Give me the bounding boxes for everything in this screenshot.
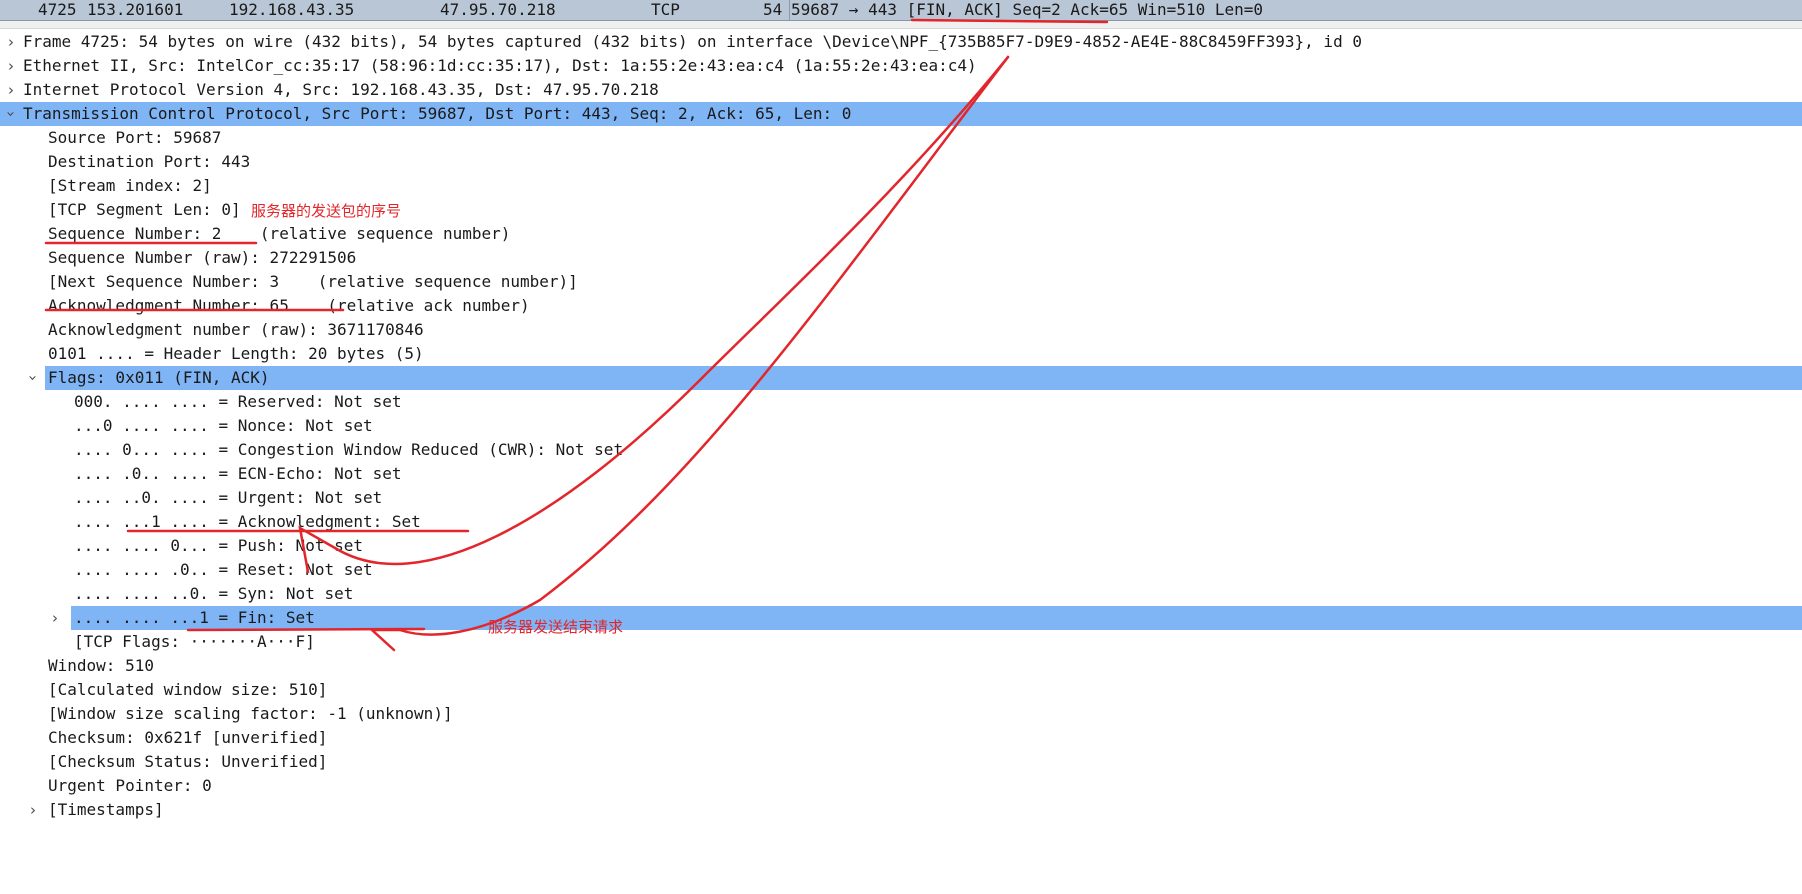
tcp-calc-window[interactable]: [Calculated window size: 510] bbox=[0, 678, 1802, 702]
flag-ecn-echo[interactable]: .... .0.. .... = ECN-Echo: Not set bbox=[0, 462, 1802, 486]
flag-reset[interactable]: .... .... .0.. = Reset: Not set bbox=[0, 558, 1802, 582]
tcp-source-port[interactable]: Source Port: 59687 bbox=[0, 126, 1802, 150]
tcp-stream-index[interactable]: [Stream index: 2] bbox=[0, 174, 1802, 198]
packet-list-row[interactable]: 4725 153.201601 192.168.43.35 47.95.70.2… bbox=[0, 0, 1802, 21]
packet-source: 192.168.43.35 bbox=[229, 0, 355, 19]
tree-item-ethernet[interactable]: › Ethernet II, Src: IntelCor_cc:35:17 (5… bbox=[0, 54, 1802, 78]
packet-protocol: TCP bbox=[651, 0, 680, 19]
tree-item-flags[interactable]: › Flags: 0x011 (FIN, ACK) bbox=[21, 366, 1802, 390]
expand-arrow-icon[interactable]: › bbox=[5, 30, 17, 54]
tcp-ack-number[interactable]: Acknowledgment Number: 65 (relative ack … bbox=[0, 294, 1802, 318]
flag-acknowledgment[interactable]: .... ...1 .... = Acknowledgment: Set bbox=[0, 510, 1802, 534]
packet-time: 153.201601 bbox=[87, 0, 184, 19]
column-divider bbox=[789, 0, 790, 20]
flag-syn[interactable]: .... .... ..0. = Syn: Not set bbox=[0, 582, 1802, 606]
tree-item-timestamps[interactable]: › [Timestamps] bbox=[0, 798, 1802, 822]
flag-reserved[interactable]: 000. .... .... = Reserved: Not set bbox=[0, 390, 1802, 414]
tree-item-frame[interactable]: › Frame 4725: 54 bytes on wire (432 bits… bbox=[0, 30, 1802, 54]
tcp-window[interactable]: Window: 510 bbox=[0, 654, 1802, 678]
flag-fin[interactable]: › .... .... ...1 = Fin: Set bbox=[49, 606, 1802, 630]
expand-arrow-icon[interactable]: › bbox=[5, 54, 17, 78]
tcp-next-seq[interactable]: [Next Sequence Number: 3 (relative seque… bbox=[0, 270, 1802, 294]
packet-length: 54 bbox=[763, 0, 783, 19]
flag-urgent[interactable]: .... ..0. .... = Urgent: Not set bbox=[0, 486, 1802, 510]
packet-info: 59687 → 443 [FIN, ACK] Seq=2 Ack=65 Win=… bbox=[791, 0, 1264, 19]
pane-splitter[interactable] bbox=[0, 21, 1802, 29]
flag-cwr[interactable]: .... 0... .... = Congestion Window Reduc… bbox=[0, 438, 1802, 462]
tcp-seq-number[interactable]: Sequence Number: 2 (relative sequence nu… bbox=[0, 222, 1802, 246]
flag-push[interactable]: .... .... 0... = Push: Not set bbox=[0, 534, 1802, 558]
tcp-checksum[interactable]: Checksum: 0x621f [unverified] bbox=[0, 726, 1802, 750]
expand-arrow-icon[interactable]: › bbox=[27, 798, 39, 822]
annotation-seq-note: 服务器的发送包的序号 bbox=[251, 202, 402, 220]
tcp-checksum-status[interactable]: [Checksum Status: Unverified] bbox=[0, 750, 1802, 774]
expand-arrow-icon[interactable]: › bbox=[49, 606, 61, 630]
tcp-flags-string[interactable]: [TCP Flags: ·······A···F] bbox=[0, 630, 1802, 654]
tree-item-tcp[interactable]: › Transmission Control Protocol, Src Por… bbox=[0, 102, 1802, 126]
packet-no: 4725 bbox=[38, 0, 77, 19]
flag-nonce[interactable]: ...0 .... .... = Nonce: Not set bbox=[0, 414, 1802, 438]
tcp-header-length[interactable]: 0101 .... = Header Length: 20 bytes (5) bbox=[0, 342, 1802, 366]
collapse-arrow-icon[interactable]: › bbox=[21, 372, 45, 384]
tcp-destination-port[interactable]: Destination Port: 443 bbox=[0, 150, 1802, 174]
tree-item-ip[interactable]: › Internet Protocol Version 4, Src: 192.… bbox=[0, 78, 1802, 102]
expand-arrow-icon[interactable]: › bbox=[5, 78, 17, 102]
tcp-urgent-pointer[interactable]: Urgent Pointer: 0 bbox=[0, 774, 1802, 798]
collapse-arrow-icon[interactable]: › bbox=[0, 108, 23, 120]
packet-destination: 47.95.70.218 bbox=[440, 0, 556, 19]
tcp-window-scaling[interactable]: [Window size scaling factor: -1 (unknown… bbox=[0, 702, 1802, 726]
tcp-ack-raw[interactable]: Acknowledgment number (raw): 3671170846 bbox=[0, 318, 1802, 342]
tcp-seq-raw[interactable]: Sequence Number (raw): 272291506 bbox=[0, 246, 1802, 270]
annotation-fin-note: 服务器发送结束请求 bbox=[488, 618, 624, 636]
